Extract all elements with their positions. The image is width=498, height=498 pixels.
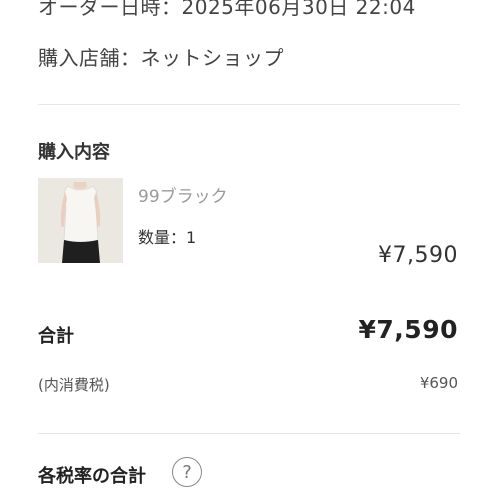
tax-label: (内消費税) bbox=[38, 376, 110, 394]
purchase-contents-title: 購入内容 bbox=[38, 142, 110, 163]
product-image[interactable] bbox=[38, 178, 123, 263]
total-value: ¥7,590 bbox=[358, 315, 458, 344]
divider bbox=[38, 433, 460, 434]
order-date: オーダー日時：2025年06月30日 22:04 bbox=[38, 0, 416, 19]
divider bbox=[38, 104, 460, 105]
product-variant: 99ブラック bbox=[138, 187, 228, 207]
purchase-store: 購入店舗：ネットショップ bbox=[38, 46, 284, 70]
product-photo bbox=[38, 178, 123, 263]
product-quantity: 数量：1 bbox=[138, 228, 197, 247]
tax-rate-total-title: 各税率の合計 bbox=[38, 466, 146, 487]
help-glyph: ? bbox=[182, 461, 192, 483]
question-circle-icon[interactable]: ? bbox=[172, 457, 202, 487]
total-label: 合計 bbox=[38, 326, 74, 347]
tax-value: ¥690 bbox=[419, 374, 458, 392]
product-price: ¥7,590 bbox=[378, 243, 458, 268]
